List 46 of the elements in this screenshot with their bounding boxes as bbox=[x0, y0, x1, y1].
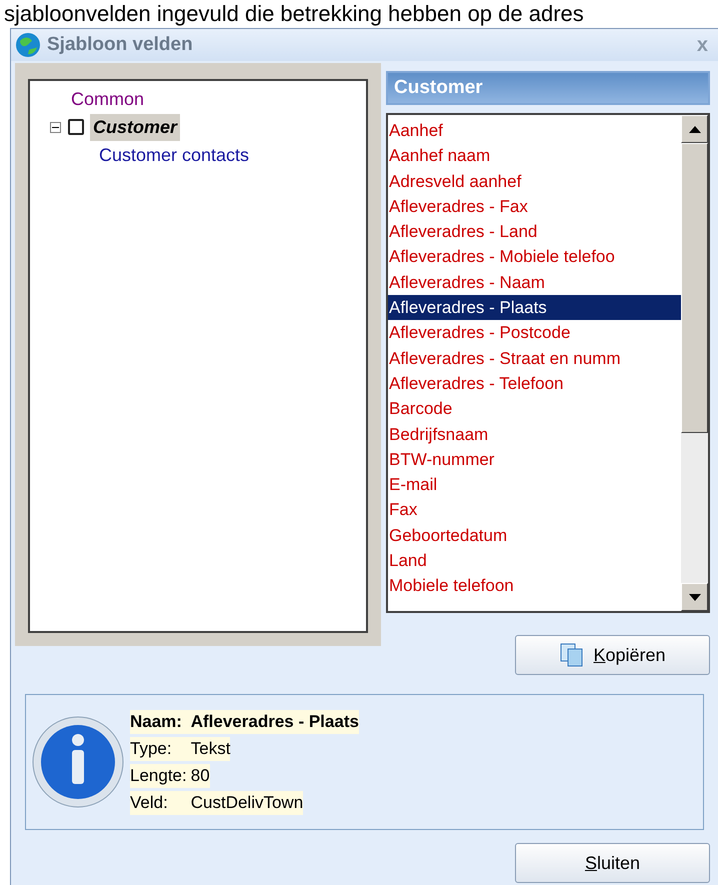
field-list-item[interactable]: Aanhef naam bbox=[388, 143, 681, 169]
copy-icon bbox=[559, 643, 586, 667]
close-dialog-button[interactable]: Sluiten bbox=[515, 843, 710, 883]
copy-button[interactable]: Kopiëren bbox=[515, 635, 710, 675]
field-list-item[interactable]: Land bbox=[388, 548, 681, 574]
info-value: Afleveradres - Plaats bbox=[190, 710, 359, 734]
field-list-item[interactable]: Afleveradres - Fax bbox=[388, 194, 681, 220]
info-value: CustDelivTown bbox=[190, 790, 304, 814]
info-label: Type: bbox=[130, 736, 191, 760]
scroll-up-button[interactable] bbox=[681, 115, 708, 143]
field-list-item[interactable]: BTW-nummer bbox=[388, 446, 681, 472]
tree-item[interactable]: Customer contacts bbox=[96, 142, 252, 168]
field-list-item[interactable]: Afleveradres - Telefoon bbox=[388, 370, 681, 396]
field-list-item[interactable]: Afleveradres - Land bbox=[388, 219, 681, 244]
info-label: Veld: bbox=[130, 790, 191, 814]
scroll-down-button[interactable] bbox=[681, 583, 708, 611]
scroll-thumb[interactable] bbox=[681, 143, 708, 433]
scrollbar[interactable] bbox=[681, 115, 708, 611]
globe-icon bbox=[15, 32, 41, 58]
info-value: 80 bbox=[190, 764, 210, 788]
down-arrow-icon bbox=[688, 594, 700, 600]
field-list-item[interactable]: Adresveld aanhef bbox=[388, 168, 681, 194]
info-label: Lengte: bbox=[130, 764, 191, 788]
tree-item[interactable]: Customer bbox=[90, 114, 180, 140]
field-list-item[interactable]: E-mail bbox=[388, 472, 681, 498]
tree-item[interactable]: Common bbox=[68, 86, 148, 112]
list-header: Customer bbox=[386, 71, 710, 105]
info-icon bbox=[32, 716, 124, 808]
field-list-item[interactable]: Aanhef bbox=[388, 118, 681, 144]
info-value: Tekst bbox=[190, 736, 230, 760]
field-list-item[interactable]: Afleveradres - Mobiele telefoo bbox=[388, 244, 681, 270]
field-list-item[interactable]: Fax bbox=[388, 497, 681, 523]
collapse-toggle-icon[interactable] bbox=[50, 122, 60, 132]
field-list-item[interactable]: Bedrijfsnaam bbox=[388, 422, 681, 447]
field-list-item[interactable]: Afleveradres - Naam bbox=[388, 270, 681, 296]
field-list-item[interactable]: Afleveradres - Straat en numm bbox=[388, 346, 681, 371]
field-list-item[interactable]: Afleveradres - Postcode bbox=[388, 320, 681, 346]
info-label: Naam: bbox=[130, 710, 191, 734]
caption-text: sjabloonvelden ingevuld die betrekking hebben op de adres bbox=[3, 0, 585, 28]
field-list-item[interactable]: Geboortedatum bbox=[388, 522, 681, 548]
window-title: Sjabloon velden bbox=[47, 32, 193, 57]
field-list-item[interactable]: Afleveradres - Plaats bbox=[388, 295, 681, 320]
up-arrow-icon bbox=[688, 126, 700, 132]
checkbox[interactable] bbox=[68, 119, 84, 135]
field-list-item[interactable]: Mobiele telefoon bbox=[388, 573, 681, 599]
field-list-item[interactable]: Barcode bbox=[388, 396, 681, 422]
